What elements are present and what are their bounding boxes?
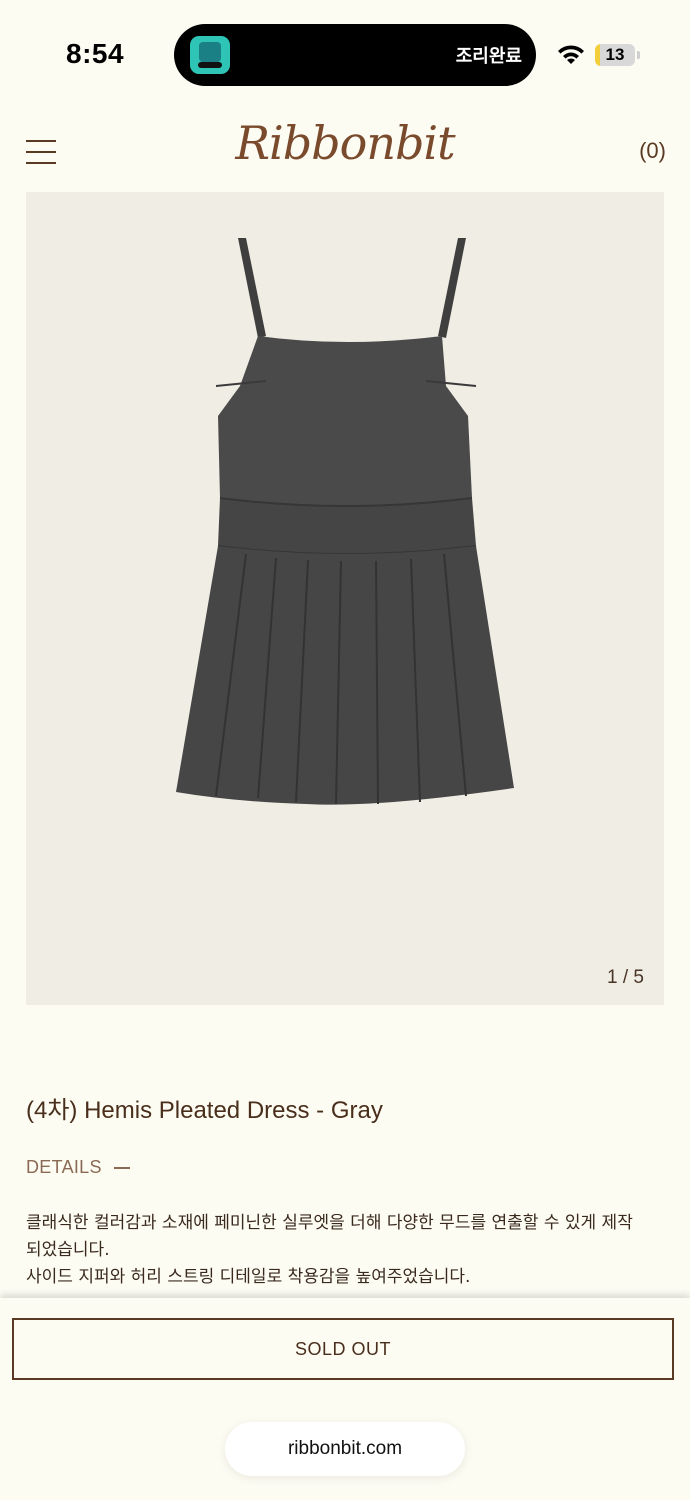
sold-out-button[interactable]: SOLD OUT bbox=[12, 1318, 674, 1380]
dress-image bbox=[176, 238, 514, 805]
dynamic-island[interactable]: 조리완료 bbox=[174, 24, 536, 86]
island-status-text: 조리완료 bbox=[455, 46, 522, 67]
battery-icon: 13 bbox=[595, 44, 635, 66]
status-time: 8:54 bbox=[66, 38, 125, 69]
browser-url-pill[interactable]: ribbonbit.com bbox=[225, 1422, 465, 1476]
status-bar: 8:54 조리완료 13 bbox=[0, 0, 690, 100]
bottom-action-bar: SOLD OUT ribbonbit.com bbox=[0, 1298, 690, 1500]
product-title: (4차) Hemis Pleated Dress - Gray bbox=[26, 1097, 383, 1124]
ribbonbit-logo[interactable]: Ribbonbit bbox=[0, 116, 690, 170]
description-line: 클래식한 컬러감과 소재에 페미닌한 실루엣을 더해 다양한 무드를 연출할 수… bbox=[26, 1213, 633, 1233]
description-line: 되었습니다. bbox=[26, 1240, 110, 1260]
cart-count[interactable]: (0) bbox=[639, 138, 666, 164]
wifi-icon bbox=[558, 45, 584, 64]
site-header: Ribbonbit (0) bbox=[0, 100, 690, 192]
battery-tip bbox=[637, 51, 640, 59]
image-counter: 1 / 5 bbox=[607, 967, 644, 988]
collapse-dash-icon bbox=[113, 1167, 130, 1170]
details-label: DETAILS bbox=[26, 1157, 102, 1177]
details-toggle[interactable]: DETAILS bbox=[26, 1157, 130, 1178]
product-description: 클래식한 컬러감과 소재에 페미닌한 실루엣을 더해 다양한 무드를 연출할 수… bbox=[26, 1210, 666, 1291]
description-line: 사이드 지퍼와 허리 스트링 디테일로 착용감을 높여주었습니다. bbox=[26, 1267, 471, 1287]
baemin-app-icon bbox=[190, 36, 230, 74]
battery-level: 13 bbox=[605, 45, 625, 64]
product-image-carousel[interactable]: 1 / 5 bbox=[26, 192, 664, 1005]
